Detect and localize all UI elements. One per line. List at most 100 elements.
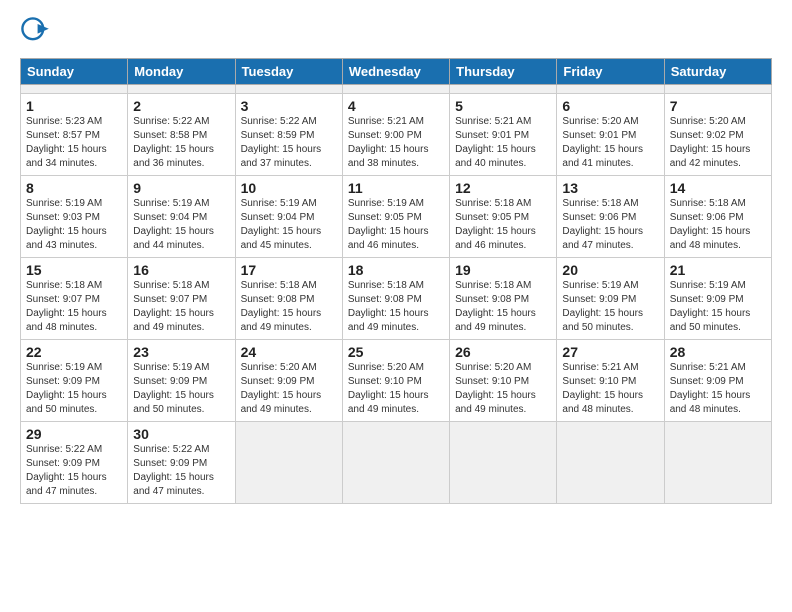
calendar-cell: 14Sunrise: 5:18 AMSunset: 9:06 PMDayligh… — [664, 176, 771, 258]
day-number: 15 — [26, 262, 122, 278]
day-number: 21 — [670, 262, 766, 278]
calendar-dow-monday: Monday — [128, 59, 235, 85]
day-number: 19 — [455, 262, 551, 278]
calendar-cell: 23Sunrise: 5:19 AMSunset: 9:09 PMDayligh… — [128, 340, 235, 422]
day-number: 24 — [241, 344, 337, 360]
day-number: 13 — [562, 180, 658, 196]
calendar-cell: 25Sunrise: 5:20 AMSunset: 9:10 PMDayligh… — [342, 340, 449, 422]
calendar-dow-sunday: Sunday — [21, 59, 128, 85]
day-info: Sunrise: 5:18 AMSunset: 9:05 PMDaylight:… — [455, 197, 551, 253]
day-number: 6 — [562, 98, 658, 114]
calendar-cell: 26Sunrise: 5:20 AMSunset: 9:10 PMDayligh… — [450, 340, 557, 422]
day-number: 3 — [241, 98, 337, 114]
calendar-week-1: 1Sunrise: 5:23 AMSunset: 8:57 PMDaylight… — [21, 94, 772, 176]
day-info: Sunrise: 5:19 AMSunset: 9:05 PMDaylight:… — [348, 197, 444, 253]
calendar-cell — [235, 422, 342, 504]
calendar-cell: 5Sunrise: 5:21 AMSunset: 9:01 PMDaylight… — [450, 94, 557, 176]
day-info: Sunrise: 5:21 AMSunset: 9:09 PMDaylight:… — [670, 361, 766, 417]
calendar-cell — [664, 422, 771, 504]
day-info: Sunrise: 5:18 AMSunset: 9:08 PMDaylight:… — [348, 279, 444, 335]
day-number: 28 — [670, 344, 766, 360]
logo — [20, 16, 56, 48]
day-number: 9 — [133, 180, 229, 196]
day-info: Sunrise: 5:19 AMSunset: 9:04 PMDaylight:… — [133, 197, 229, 253]
calendar-week-2: 8Sunrise: 5:19 AMSunset: 9:03 PMDaylight… — [21, 176, 772, 258]
day-info: Sunrise: 5:22 AMSunset: 9:09 PMDaylight:… — [26, 443, 122, 499]
day-info: Sunrise: 5:19 AMSunset: 9:03 PMDaylight:… — [26, 197, 122, 253]
day-info: Sunrise: 5:19 AMSunset: 9:09 PMDaylight:… — [562, 279, 658, 335]
calendar-cell — [128, 85, 235, 94]
day-info: Sunrise: 5:23 AMSunset: 8:57 PMDaylight:… — [26, 115, 122, 171]
day-number: 1 — [26, 98, 122, 114]
day-number: 23 — [133, 344, 229, 360]
calendar-week-4: 22Sunrise: 5:19 AMSunset: 9:09 PMDayligh… — [21, 340, 772, 422]
calendar-week-5: 29Sunrise: 5:22 AMSunset: 9:09 PMDayligh… — [21, 422, 772, 504]
day-info: Sunrise: 5:19 AMSunset: 9:09 PMDaylight:… — [26, 361, 122, 417]
day-number: 2 — [133, 98, 229, 114]
header — [20, 16, 772, 48]
calendar-cell: 24Sunrise: 5:20 AMSunset: 9:09 PMDayligh… — [235, 340, 342, 422]
day-info: Sunrise: 5:22 AMSunset: 8:58 PMDaylight:… — [133, 115, 229, 171]
page: SundayMondayTuesdayWednesdayThursdayFrid… — [0, 0, 792, 612]
day-number: 14 — [670, 180, 766, 196]
day-number: 18 — [348, 262, 444, 278]
day-number: 5 — [455, 98, 551, 114]
calendar-cell — [21, 85, 128, 94]
day-number: 25 — [348, 344, 444, 360]
day-number: 30 — [133, 426, 229, 442]
day-info: Sunrise: 5:20 AMSunset: 9:10 PMDaylight:… — [348, 361, 444, 417]
day-info: Sunrise: 5:19 AMSunset: 9:09 PMDaylight:… — [670, 279, 766, 335]
calendar-cell: 1Sunrise: 5:23 AMSunset: 8:57 PMDaylight… — [21, 94, 128, 176]
calendar-dow-saturday: Saturday — [664, 59, 771, 85]
day-number: 8 — [26, 180, 122, 196]
calendar-cell: 4Sunrise: 5:21 AMSunset: 9:00 PMDaylight… — [342, 94, 449, 176]
calendar-cell: 16Sunrise: 5:18 AMSunset: 9:07 PMDayligh… — [128, 258, 235, 340]
day-info: Sunrise: 5:18 AMSunset: 9:08 PMDaylight:… — [455, 279, 551, 335]
calendar-cell: 29Sunrise: 5:22 AMSunset: 9:09 PMDayligh… — [21, 422, 128, 504]
day-info: Sunrise: 5:20 AMSunset: 9:01 PMDaylight:… — [562, 115, 658, 171]
day-number: 7 — [670, 98, 766, 114]
calendar-week-3: 15Sunrise: 5:18 AMSunset: 9:07 PMDayligh… — [21, 258, 772, 340]
calendar-cell: 13Sunrise: 5:18 AMSunset: 9:06 PMDayligh… — [557, 176, 664, 258]
calendar-cell: 17Sunrise: 5:18 AMSunset: 9:08 PMDayligh… — [235, 258, 342, 340]
day-number: 11 — [348, 180, 444, 196]
calendar-cell: 27Sunrise: 5:21 AMSunset: 9:10 PMDayligh… — [557, 340, 664, 422]
calendar-cell — [342, 422, 449, 504]
day-number: 10 — [241, 180, 337, 196]
calendar-cell: 11Sunrise: 5:19 AMSunset: 9:05 PMDayligh… — [342, 176, 449, 258]
calendar-cell — [342, 85, 449, 94]
calendar-cell — [450, 85, 557, 94]
calendar-cell — [557, 85, 664, 94]
calendar-cell: 21Sunrise: 5:19 AMSunset: 9:09 PMDayligh… — [664, 258, 771, 340]
day-info: Sunrise: 5:21 AMSunset: 9:10 PMDaylight:… — [562, 361, 658, 417]
calendar-table: SundayMondayTuesdayWednesdayThursdayFrid… — [20, 58, 772, 504]
day-info: Sunrise: 5:21 AMSunset: 9:01 PMDaylight:… — [455, 115, 551, 171]
calendar-cell: 15Sunrise: 5:18 AMSunset: 9:07 PMDayligh… — [21, 258, 128, 340]
calendar-cell: 2Sunrise: 5:22 AMSunset: 8:58 PMDaylight… — [128, 94, 235, 176]
day-info: Sunrise: 5:22 AMSunset: 9:09 PMDaylight:… — [133, 443, 229, 499]
calendar-cell: 22Sunrise: 5:19 AMSunset: 9:09 PMDayligh… — [21, 340, 128, 422]
calendar-cell: 12Sunrise: 5:18 AMSunset: 9:05 PMDayligh… — [450, 176, 557, 258]
calendar-cell: 8Sunrise: 5:19 AMSunset: 9:03 PMDaylight… — [21, 176, 128, 258]
day-info: Sunrise: 5:19 AMSunset: 9:09 PMDaylight:… — [133, 361, 229, 417]
calendar-cell: 19Sunrise: 5:18 AMSunset: 9:08 PMDayligh… — [450, 258, 557, 340]
calendar-cell: 7Sunrise: 5:20 AMSunset: 9:02 PMDaylight… — [664, 94, 771, 176]
day-info: Sunrise: 5:18 AMSunset: 9:06 PMDaylight:… — [670, 197, 766, 253]
calendar-cell: 9Sunrise: 5:19 AMSunset: 9:04 PMDaylight… — [128, 176, 235, 258]
day-number: 22 — [26, 344, 122, 360]
calendar-cell — [664, 85, 771, 94]
day-info: Sunrise: 5:22 AMSunset: 8:59 PMDaylight:… — [241, 115, 337, 171]
day-number: 29 — [26, 426, 122, 442]
day-info: Sunrise: 5:18 AMSunset: 9:07 PMDaylight:… — [133, 279, 229, 335]
calendar-week-0 — [21, 85, 772, 94]
calendar-cell: 18Sunrise: 5:18 AMSunset: 9:08 PMDayligh… — [342, 258, 449, 340]
day-number: 16 — [133, 262, 229, 278]
day-number: 4 — [348, 98, 444, 114]
day-info: Sunrise: 5:19 AMSunset: 9:04 PMDaylight:… — [241, 197, 337, 253]
calendar-dow-thursday: Thursday — [450, 59, 557, 85]
day-info: Sunrise: 5:18 AMSunset: 9:07 PMDaylight:… — [26, 279, 122, 335]
day-info: Sunrise: 5:20 AMSunset: 9:10 PMDaylight:… — [455, 361, 551, 417]
calendar-cell: 10Sunrise: 5:19 AMSunset: 9:04 PMDayligh… — [235, 176, 342, 258]
calendar-dow-friday: Friday — [557, 59, 664, 85]
calendar-cell: 28Sunrise: 5:21 AMSunset: 9:09 PMDayligh… — [664, 340, 771, 422]
